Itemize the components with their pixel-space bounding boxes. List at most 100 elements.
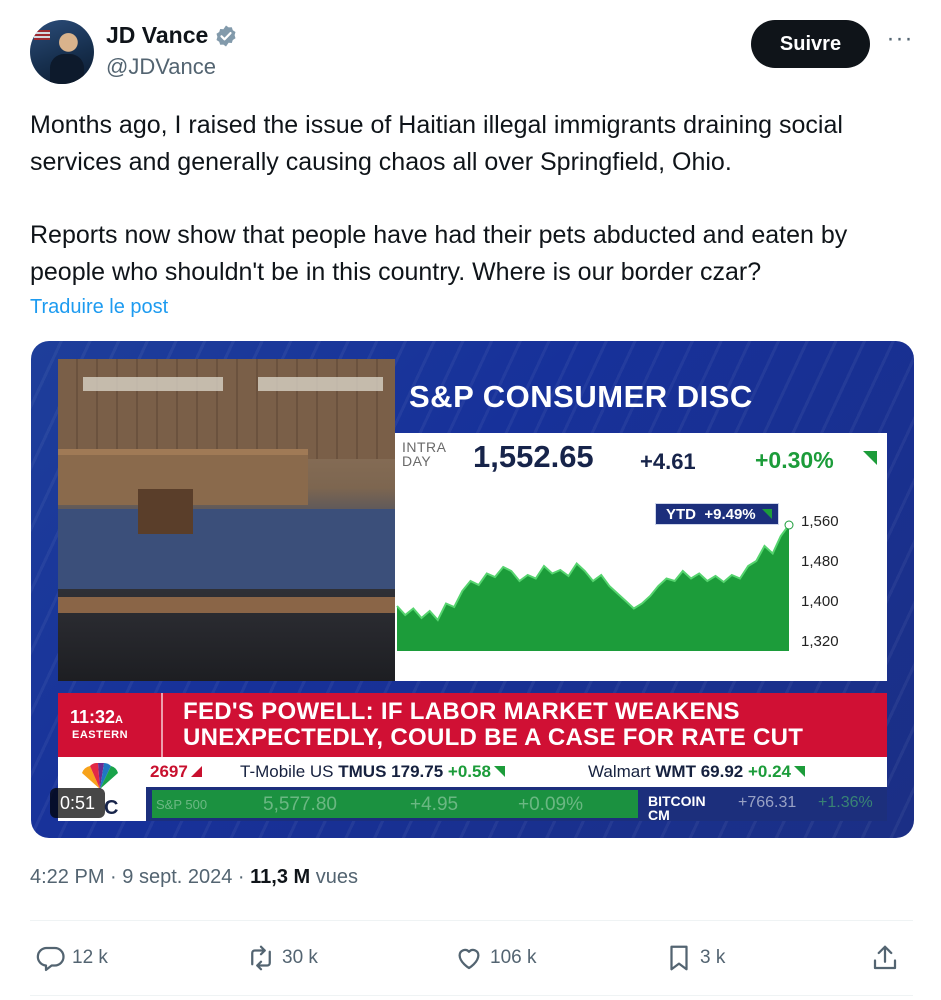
time-value: 11:32: [70, 707, 116, 727]
ticker-change: +0.24: [748, 762, 792, 781]
crypto-label-line: CM: [648, 807, 670, 823]
chart-title: S&P CONSUMER DISC: [409, 379, 753, 414]
up-arrow-icon: [493, 766, 505, 777]
up-arrow-icon: [794, 766, 806, 777]
crypto-change: +766.31: [738, 794, 797, 811]
headline: FED'S POWELL: IF LABOR MARKET WEAKENS UN…: [183, 699, 883, 751]
stock-chart-panel: S&P CONSUMER DISC INTRA DAY 1,552.65 +4.…: [395, 359, 887, 681]
y-tick-label: 1,560: [801, 513, 839, 530]
x-tick-label: MAR: [505, 656, 536, 672]
ticker-price: 179.75: [391, 762, 444, 781]
video-duration: 0:51: [50, 788, 106, 818]
index-change: +4.95: [410, 794, 459, 815]
video-player[interactable]: S&P CONSUMER DISC INTRA DAY 1,552.65 +4.…: [31, 341, 914, 838]
avatar-figure: [50, 54, 84, 84]
intraday-label: INTRA DAY: [402, 439, 446, 469]
x-tick-label: JUL: [753, 656, 778, 672]
hearing-room-video: [58, 359, 395, 681]
time-zone: EASTERN: [72, 729, 129, 741]
ticker-item: 2697: [150, 762, 202, 782]
up-arrow-icon: [761, 509, 772, 519]
bookmark-button[interactable]: 3 k: [664, 940, 725, 976]
series-area: [397, 525, 789, 651]
broadcast-time: 11:32A: [70, 707, 123, 728]
ceiling-light: [83, 377, 223, 391]
peacock-logo-icon: [82, 763, 118, 789]
y-tick-label: 1,400: [801, 593, 839, 610]
ticker-change: +0.58: [447, 762, 491, 781]
index-value: 5,577.80: [263, 794, 337, 815]
time-box: 11:32A EASTERN: [58, 693, 163, 757]
time-suffix: A: [115, 714, 123, 726]
like-button[interactable]: 106 k: [454, 940, 536, 976]
ticker-price: 69.92: [700, 762, 744, 781]
translate-link[interactable]: Traduire le post: [30, 296, 168, 319]
bookmark-count: 3 k: [700, 947, 726, 968]
post-paragraph: Months ago, I raised the issue of Haitia…: [30, 111, 843, 176]
ytd-value: +9.49%: [704, 506, 756, 523]
ticker-name: T-Mobile US: [240, 762, 334, 781]
divider: [30, 995, 913, 996]
author-handle[interactable]: @JDVance: [106, 54, 216, 80]
reply-button[interactable]: 12 k: [36, 940, 108, 976]
wood-wall: [58, 359, 395, 459]
down-arrow-icon: [190, 766, 202, 777]
logo-text: C: [104, 797, 119, 819]
quote-bar: INTRA DAY 1,552.65 +4.61 +0.30%: [395, 433, 887, 491]
ticker-value: 2697: [150, 762, 188, 781]
share-button[interactable]: [870, 940, 900, 976]
up-arrow-icon: [863, 451, 877, 465]
ytd-badge: YTD +9.49%: [655, 503, 779, 525]
desk-edge: [58, 597, 395, 613]
witness-table: [138, 489, 193, 534]
y-tick-label: 1,480: [801, 553, 839, 570]
like-count: 106 k: [490, 947, 537, 968]
flag-background: [34, 30, 50, 40]
headline-line: FED'S POWELL: IF LABOR MARKET WEAKENS: [183, 698, 740, 725]
ticker-name: Walmart: [588, 762, 651, 781]
ticker-item: Walmart WMT 69.92 +0.24: [588, 762, 806, 782]
share-icon: [873, 945, 897, 970]
headline-line: UNEXPECTEDLY, COULD BE A CASE FOR RATE C…: [183, 724, 804, 751]
index-pct: +0.09%: [518, 794, 583, 815]
index-name: S&P 500: [156, 797, 208, 812]
action-bar: 12 k 30 k 106 k 3 k: [30, 940, 913, 980]
post-paragraph: Reports now show that people have had th…: [30, 221, 848, 286]
avatar[interactable]: [30, 20, 94, 84]
ytd-label: YTD: [666, 506, 696, 523]
post-text: Months ago, I raised the issue of Haitia…: [30, 107, 910, 291]
last-point-marker: [784, 520, 794, 530]
index-change-pct: +0.30%: [755, 447, 834, 473]
y-tick-label: 1,320: [801, 633, 839, 650]
post-time[interactable]: 4:22 PM: [30, 866, 104, 888]
more-options-icon[interactable]: ···: [885, 27, 915, 56]
post-date[interactable]: 9 sept. 2024: [122, 866, 232, 888]
index-change: +4.61: [640, 449, 696, 474]
ticker-symbol: WMT: [655, 762, 696, 781]
repost-count: 30 k: [282, 947, 318, 968]
bookmark-icon: [670, 945, 688, 971]
reply-count: 12 k: [72, 947, 108, 968]
chart-svg: JAN MAR MAY JUL 1,560 1,480 1,400 1,320: [396, 513, 839, 672]
author-name[interactable]: JD Vance: [106, 22, 208, 49]
name-row: JD Vance: [106, 22, 238, 49]
ticker-item: T-Mobile US TMUS 179.75 +0.58: [240, 762, 505, 782]
x-tick-label: JAN: [399, 656, 425, 672]
ticker-symbol: TMUS: [338, 762, 387, 781]
repost-button[interactable]: 30 k: [246, 940, 318, 976]
verified-badge-icon: [216, 25, 236, 46]
repost-icon: [251, 945, 271, 971]
heart-icon: [458, 948, 480, 970]
reply-icon: [36, 946, 65, 971]
crypto-pct: +1.36%: [818, 794, 873, 811]
index-ticker: S&P 500 5,577.80 +4.95 +0.09% BITCOIN CM …: [58, 787, 887, 822]
views-count: 11,3 M: [250, 866, 311, 888]
x-tick-label: MAY: [635, 656, 665, 672]
ceiling-light: [258, 377, 383, 391]
crypto-label: BITCOIN CM: [648, 794, 706, 822]
divider: [30, 920, 913, 921]
follow-button[interactable]: Suivre: [751, 20, 870, 68]
views-label: vues: [315, 866, 358, 888]
stock-ticker: 2697 T-Mobile US TMUS 179.75 +0.58 Walma…: [58, 757, 887, 787]
post-header: JD Vance @JDVance Suivre ···: [30, 18, 915, 88]
